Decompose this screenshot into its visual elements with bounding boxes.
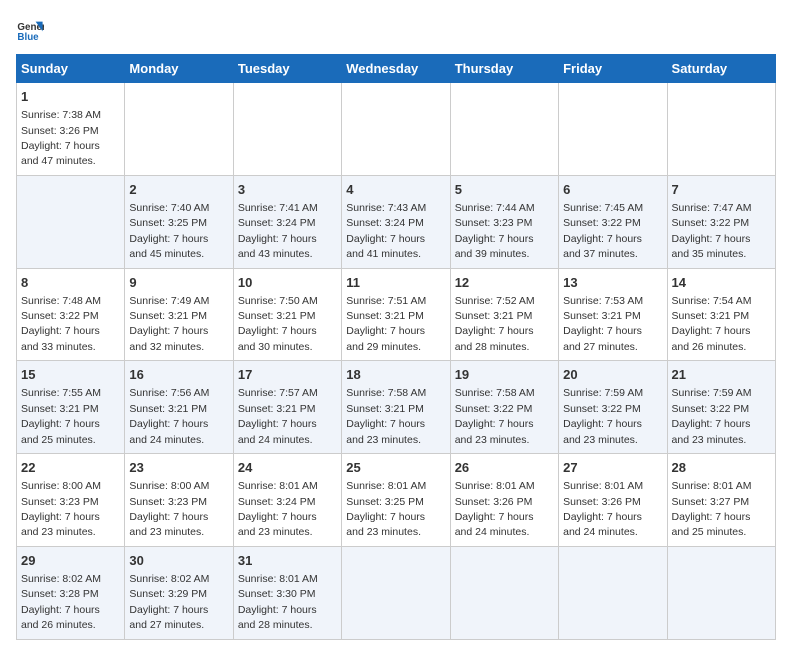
svg-text:Blue: Blue	[17, 32, 39, 43]
calendar-cell: 27Sunrise: 8:01 AMSunset: 3:26 PMDayligh…	[559, 454, 667, 547]
logo: General Blue	[16, 16, 44, 44]
calendar-cell: 7Sunrise: 7:47 AMSunset: 3:22 PMDaylight…	[667, 175, 775, 268]
calendar-cell: 28Sunrise: 8:01 AMSunset: 3:27 PMDayligh…	[667, 454, 775, 547]
col-header-tuesday: Tuesday	[233, 55, 341, 83]
calendar-cell: 1Sunrise: 7:38 AMSunset: 3:26 PMDaylight…	[17, 83, 125, 176]
calendar-cell: 14Sunrise: 7:54 AMSunset: 3:21 PMDayligh…	[667, 268, 775, 361]
calendar-cell	[559, 546, 667, 639]
col-header-sunday: Sunday	[17, 55, 125, 83]
calendar-cell: 29Sunrise: 8:02 AMSunset: 3:28 PMDayligh…	[17, 546, 125, 639]
calendar-cell: 30Sunrise: 8:02 AMSunset: 3:29 PMDayligh…	[125, 546, 233, 639]
calendar-cell	[667, 83, 775, 176]
calendar-cell: 26Sunrise: 8:01 AMSunset: 3:26 PMDayligh…	[450, 454, 558, 547]
calendar-cell: 5Sunrise: 7:44 AMSunset: 3:23 PMDaylight…	[450, 175, 558, 268]
logo-icon: General Blue	[16, 16, 44, 44]
calendar-cell: 16Sunrise: 7:56 AMSunset: 3:21 PMDayligh…	[125, 361, 233, 454]
calendar-cell: 31Sunrise: 8:01 AMSunset: 3:30 PMDayligh…	[233, 546, 341, 639]
calendar-cell: 22Sunrise: 8:00 AMSunset: 3:23 PMDayligh…	[17, 454, 125, 547]
calendar-cell	[342, 83, 450, 176]
calendar-cell	[342, 546, 450, 639]
calendar-cell: 8Sunrise: 7:48 AMSunset: 3:22 PMDaylight…	[17, 268, 125, 361]
page-header: General Blue	[16, 16, 776, 44]
calendar-cell: 25Sunrise: 8:01 AMSunset: 3:25 PMDayligh…	[342, 454, 450, 547]
calendar-cell: 20Sunrise: 7:59 AMSunset: 3:22 PMDayligh…	[559, 361, 667, 454]
calendar-cell	[125, 83, 233, 176]
calendar-cell: 9Sunrise: 7:49 AMSunset: 3:21 PMDaylight…	[125, 268, 233, 361]
col-header-friday: Friday	[559, 55, 667, 83]
col-header-monday: Monday	[125, 55, 233, 83]
calendar-cell: 10Sunrise: 7:50 AMSunset: 3:21 PMDayligh…	[233, 268, 341, 361]
calendar-cell	[667, 546, 775, 639]
calendar-cell: 21Sunrise: 7:59 AMSunset: 3:22 PMDayligh…	[667, 361, 775, 454]
calendar-cell: 12Sunrise: 7:52 AMSunset: 3:21 PMDayligh…	[450, 268, 558, 361]
calendar-cell: 24Sunrise: 8:01 AMSunset: 3:24 PMDayligh…	[233, 454, 341, 547]
calendar-cell	[17, 175, 125, 268]
calendar-cell: 6Sunrise: 7:45 AMSunset: 3:22 PMDaylight…	[559, 175, 667, 268]
calendar-cell: 13Sunrise: 7:53 AMSunset: 3:21 PMDayligh…	[559, 268, 667, 361]
calendar-cell: 17Sunrise: 7:57 AMSunset: 3:21 PMDayligh…	[233, 361, 341, 454]
col-header-thursday: Thursday	[450, 55, 558, 83]
calendar-cell	[450, 546, 558, 639]
calendar-cell: 3Sunrise: 7:41 AMSunset: 3:24 PMDaylight…	[233, 175, 341, 268]
calendar-cell: 18Sunrise: 7:58 AMSunset: 3:21 PMDayligh…	[342, 361, 450, 454]
calendar-cell	[450, 83, 558, 176]
calendar-cell: 23Sunrise: 8:00 AMSunset: 3:23 PMDayligh…	[125, 454, 233, 547]
calendar-cell: 4Sunrise: 7:43 AMSunset: 3:24 PMDaylight…	[342, 175, 450, 268]
calendar-table: SundayMondayTuesdayWednesdayThursdayFrid…	[16, 54, 776, 640]
col-header-saturday: Saturday	[667, 55, 775, 83]
calendar-cell: 2Sunrise: 7:40 AMSunset: 3:25 PMDaylight…	[125, 175, 233, 268]
calendar-cell	[559, 83, 667, 176]
calendar-cell	[233, 83, 341, 176]
calendar-cell: 15Sunrise: 7:55 AMSunset: 3:21 PMDayligh…	[17, 361, 125, 454]
calendar-cell: 11Sunrise: 7:51 AMSunset: 3:21 PMDayligh…	[342, 268, 450, 361]
calendar-cell: 19Sunrise: 7:58 AMSunset: 3:22 PMDayligh…	[450, 361, 558, 454]
col-header-wednesday: Wednesday	[342, 55, 450, 83]
